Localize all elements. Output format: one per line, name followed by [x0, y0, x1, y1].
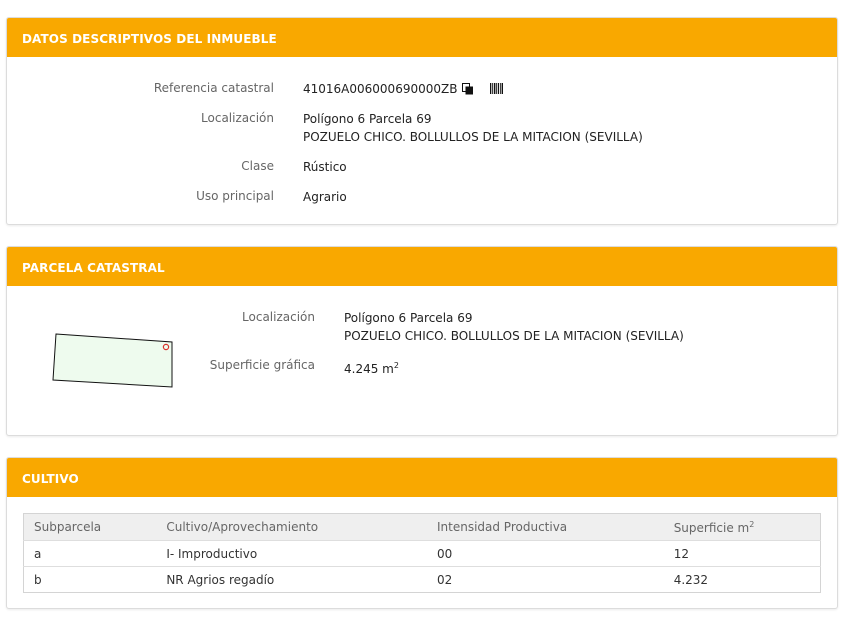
- cultivo-panel-title: CULTIVO: [7, 458, 837, 497]
- col-intensidad: Intensidad Productiva: [426, 513, 664, 541]
- col-superficie: Superficie m2: [663, 513, 821, 541]
- cell-superficie: 12: [663, 540, 821, 567]
- localizacion-line1: Polígono 6 Parcela 69: [303, 112, 432, 126]
- uso-value: Agrario: [303, 190, 347, 204]
- col-subparcela: Subparcela: [23, 513, 157, 541]
- localizacion-label: Localización: [201, 111, 274, 125]
- localizacion-line2: POZUELO CHICO. BOLLULLOS DE LA MITACION …: [303, 130, 643, 144]
- table-row: b NR Agrios regadío 02 4.232: [24, 567, 821, 593]
- inmueble-panel: DATOS DESCRIPTIVOS DEL INMUEBLE Referenc…: [6, 17, 838, 225]
- parcela-localizacion-label: Localización: [242, 310, 315, 324]
- cell-superficie: 4.232: [673, 572, 709, 587]
- superficie-value: 4.245 m2: [344, 361, 399, 376]
- superficie-label: Superficie gráfica: [209, 358, 315, 372]
- table-header-row: Subparcela Cultivo/Aprovechamiento Inten…: [23, 513, 821, 541]
- cell-cultivo: NR Agrios regadío: [166, 572, 275, 587]
- cell-subparcela: b: [34, 572, 42, 587]
- barcode-icon[interactable]: [490, 83, 503, 97]
- parcela-panel: PARCELA CATASTRAL Localización Polígono …: [6, 246, 838, 436]
- cell-subparcela: a: [23, 540, 157, 567]
- cell-intensidad: 02: [436, 572, 453, 587]
- referencia-value: 41016A006000690000ZB: [303, 82, 458, 96]
- cell-intensidad: 00: [426, 540, 664, 567]
- uso-label: Uso principal: [196, 189, 274, 203]
- parcela-panel-title: PARCELA CATASTRAL: [7, 247, 837, 286]
- cultivo-table: Subparcela Cultivo/Aprovechamiento Inten…: [23, 513, 821, 593]
- col-cultivo: Cultivo/Aprovechamiento: [156, 513, 427, 541]
- cultivo-panel: CULTIVO Subparcela Cultivo/Aprovechamien…: [6, 457, 838, 609]
- parcela-localizacion-line2: POZUELO CHICO. BOLLULLOS DE LA MITACION …: [344, 329, 684, 343]
- copy-icon[interactable]: [462, 83, 474, 98]
- clase-value: Rústico: [303, 160, 347, 174]
- parcela-localizacion-line1: Polígono 6 Parcela 69: [344, 311, 473, 325]
- table-row: a I- Improductivo 00 12: [23, 540, 821, 567]
- cell-cultivo: I- Improductivo: [156, 540, 427, 567]
- referencia-label: Referencia catastral: [153, 81, 274, 95]
- inmueble-panel-title: DATOS DESCRIPTIVOS DEL INMUEBLE: [7, 18, 837, 57]
- clase-label: Clase: [241, 159, 274, 173]
